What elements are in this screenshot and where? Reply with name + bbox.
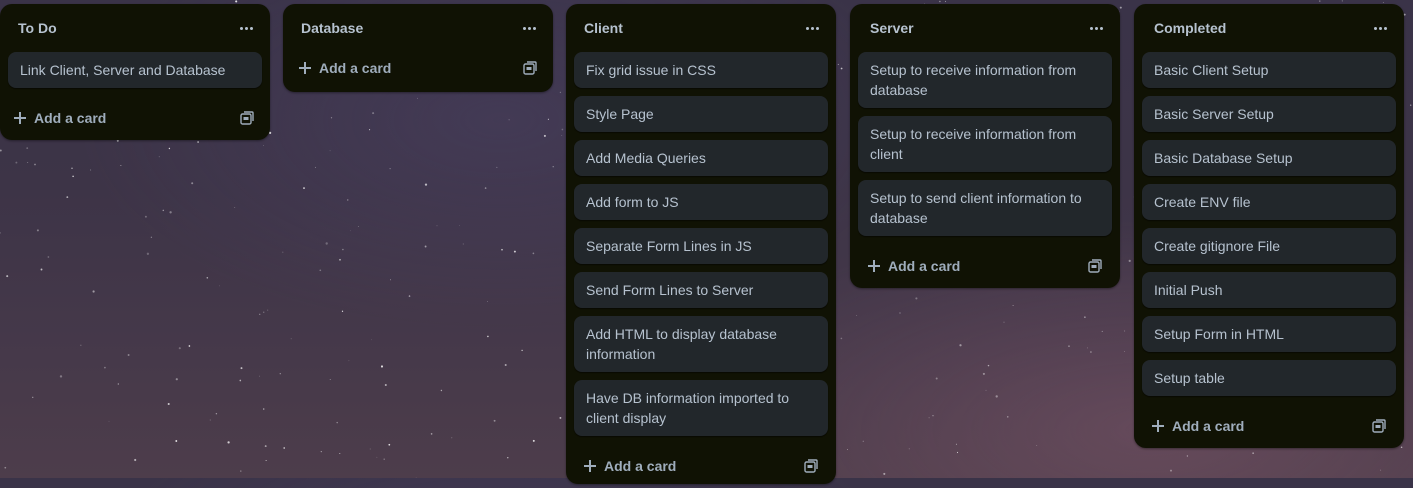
list-menu-icon[interactable] [800, 18, 824, 38]
card[interactable]: Setup Form in HTML [1142, 316, 1396, 352]
card[interactable]: Add HTML to display database information [574, 316, 828, 372]
add-card-label: Add a card [1172, 418, 1245, 434]
list-title[interactable]: Client [584, 20, 623, 36]
add-card-row: Add a card [850, 244, 1120, 288]
add-card-row: Add a card [1134, 404, 1404, 448]
card[interactable]: Add Media Queries [574, 140, 828, 176]
card-template-icon[interactable] [804, 459, 818, 473]
card[interactable]: Add form to JS [574, 184, 828, 220]
add-card-button[interactable]: Add a card [299, 58, 391, 78]
add-card-row: Add a card [0, 96, 270, 140]
card[interactable]: Create ENV file [1142, 184, 1396, 220]
card-template-icon[interactable] [1088, 259, 1102, 273]
list-completed: Completed Basic Client Setup Basic Serve… [1134, 4, 1404, 448]
card[interactable]: Link Client, Server and Database [8, 52, 262, 88]
card[interactable]: Have DB information imported to client d… [574, 380, 828, 436]
list-title[interactable]: Database [301, 20, 363, 36]
add-card-button[interactable]: Add a card [1152, 416, 1244, 436]
list-server: Server Setup to receive information from… [850, 4, 1120, 288]
add-card-row: Add a card [283, 52, 553, 92]
list-database: Database Add a card [283, 4, 553, 92]
list-title[interactable]: To Do [18, 20, 57, 36]
card[interactable]: Setup to send client information to data… [858, 180, 1112, 236]
card[interactable]: Setup to receive information from databa… [858, 52, 1112, 108]
add-card-button[interactable]: Add a card [584, 456, 676, 476]
card[interactable]: Initial Push [1142, 272, 1396, 308]
list-menu-icon[interactable] [1084, 18, 1108, 38]
plus-icon [299, 62, 311, 74]
add-card-row: Add a card [566, 444, 836, 488]
card[interactable]: Create gitignore File [1142, 228, 1396, 264]
plus-icon [1152, 420, 1164, 432]
plus-icon [584, 460, 596, 472]
add-card-label: Add a card [319, 60, 392, 76]
list-menu-icon[interactable] [517, 18, 541, 38]
card-list: Setup to receive information from databa… [850, 52, 1120, 236]
card[interactable]: Basic Database Setup [1142, 140, 1396, 176]
card-list: Link Client, Server and Database [0, 52, 270, 88]
card[interactable]: Setup table [1142, 360, 1396, 396]
add-card-label: Add a card [34, 110, 107, 126]
list-header: Database [283, 4, 553, 52]
card-template-icon[interactable] [1372, 419, 1386, 433]
list-title[interactable]: Completed [1154, 20, 1226, 36]
list-header: Server [850, 4, 1120, 52]
add-card-label: Add a card [888, 258, 961, 274]
card[interactable]: Style Page [574, 96, 828, 132]
plus-icon [14, 112, 26, 124]
card-template-icon[interactable] [523, 61, 537, 75]
list-title[interactable]: Server [870, 20, 914, 36]
list-client: Client Fix grid issue in CSS Style Page … [566, 4, 836, 484]
card[interactable]: Setup to receive information from client [858, 116, 1112, 172]
card[interactable]: Basic Client Setup [1142, 52, 1396, 88]
list-to-do: To Do Link Client, Server and Database A… [0, 4, 270, 140]
list-menu-icon[interactable] [1368, 18, 1392, 38]
plus-icon [868, 260, 880, 272]
list-header: To Do [0, 4, 270, 52]
list-header: Client [566, 4, 836, 52]
add-card-button[interactable]: Add a card [868, 256, 960, 276]
card[interactable]: Fix grid issue in CSS [574, 52, 828, 88]
list-header: Completed [1134, 4, 1404, 52]
add-card-button[interactable]: Add a card [14, 108, 106, 128]
card[interactable]: Send Form Lines to Server [574, 272, 828, 308]
card-template-icon[interactable] [240, 111, 254, 125]
card-list: Basic Client Setup Basic Server Setup Ba… [1134, 52, 1404, 396]
card[interactable]: Separate Form Lines in JS [574, 228, 828, 264]
add-card-label: Add a card [604, 458, 677, 474]
card[interactable]: Basic Server Setup [1142, 96, 1396, 132]
card-list: Fix grid issue in CSS Style Page Add Med… [566, 52, 836, 436]
list-menu-icon[interactable] [234, 18, 258, 38]
